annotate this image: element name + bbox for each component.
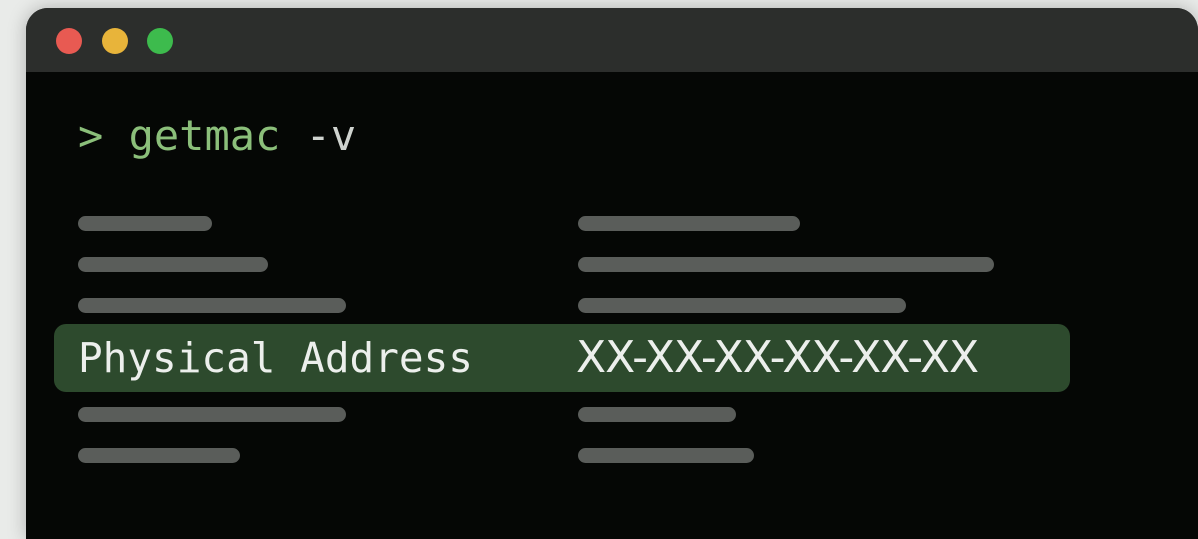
command-name: getmac: [128, 111, 281, 160]
physical-address-value: XX-XX-XX-XX-XX-XX: [576, 332, 979, 383]
terminal-window: > getmac -v Physical Address XX-XX-XX-XX…: [26, 8, 1198, 539]
close-button[interactable]: [56, 28, 82, 54]
minimize-button[interactable]: [102, 28, 128, 54]
prompt-symbol: >: [78, 111, 104, 160]
command-argument: -v: [305, 111, 357, 160]
redacted-line: [578, 298, 906, 313]
redacted-line: [578, 257, 994, 272]
command-line: > getmac -v: [78, 108, 356, 164]
zoom-button[interactable]: [147, 28, 173, 54]
redacted-line: [78, 257, 268, 272]
redacted-line: [578, 216, 800, 231]
title-bar: [26, 8, 1198, 72]
physical-address-label: Physical Address: [78, 334, 473, 382]
redacted-line: [578, 407, 736, 422]
physical-address-row: Physical Address XX-XX-XX-XX-XX-XX: [54, 324, 1070, 392]
redacted-line: [78, 298, 346, 313]
redacted-line: [578, 448, 754, 463]
redacted-line: [78, 407, 346, 422]
redacted-line: [78, 448, 240, 463]
redacted-line: [78, 216, 212, 231]
